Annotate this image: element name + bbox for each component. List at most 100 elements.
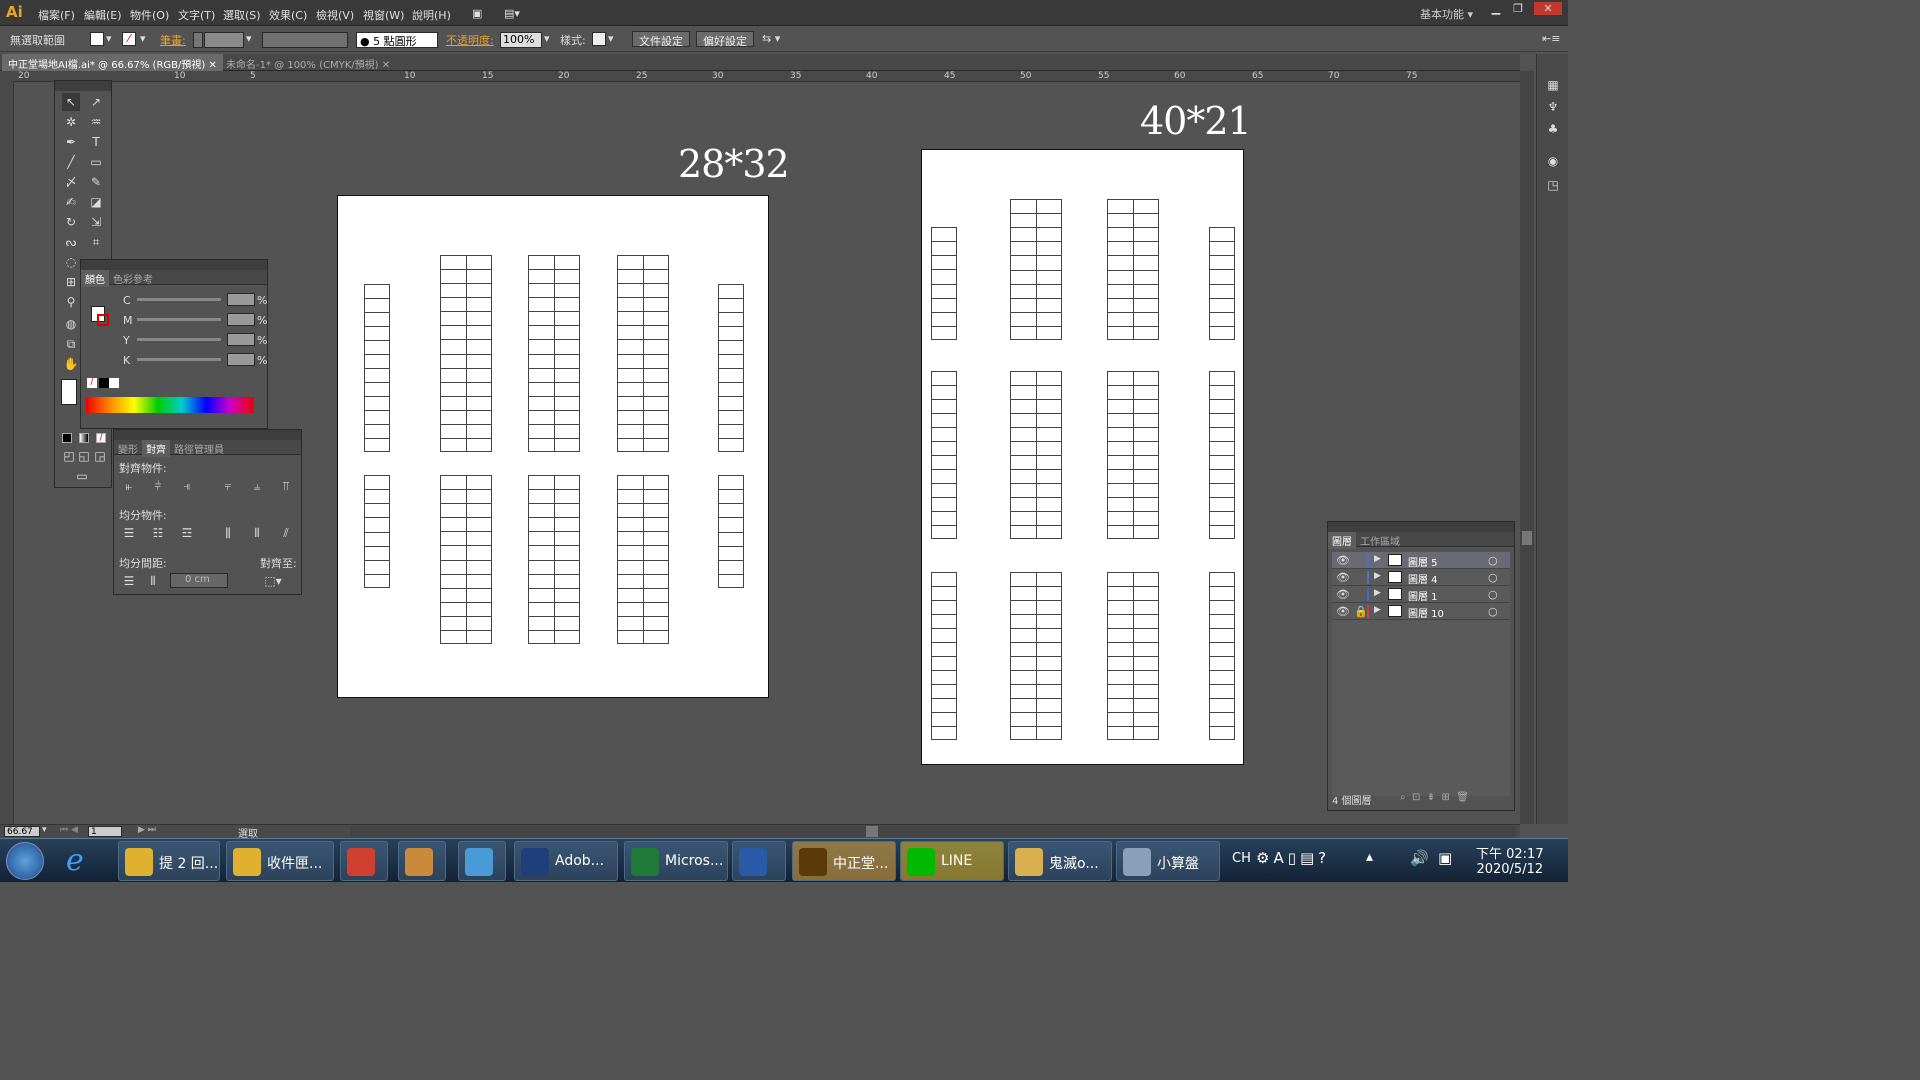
swatches-icon[interactable]: ▦ bbox=[1544, 76, 1562, 94]
expand-triangle-icon[interactable]: ▶ bbox=[1374, 588, 1381, 598]
menu-object[interactable]: 物件(O) bbox=[130, 7, 169, 23]
taskbar-app-button[interactable]: 提 2 回... bbox=[118, 841, 220, 881]
clipping-mask-icon[interactable]: ⊡ bbox=[1412, 792, 1420, 803]
horizontal-ruler[interactable]: 20 10 5 10 15 20 25 30 35 40 45 50 55 60 65 70 75 bbox=[14, 71, 1520, 82]
seat-grid[interactable] bbox=[528, 255, 580, 452]
volume-icon[interactable]: 🔊 bbox=[1410, 849, 1429, 867]
seat-grid[interactable] bbox=[1010, 572, 1062, 740]
distribute-hcenter-icon[interactable]: ⦀ bbox=[248, 524, 266, 542]
selection-tool-icon[interactable]: ↖ bbox=[62, 93, 80, 111]
artboard-2[interactable] bbox=[921, 149, 1244, 765]
network-icon[interactable]: ▣ bbox=[1438, 849, 1452, 867]
fill-color-swatch[interactable] bbox=[61, 379, 77, 405]
tab-close-icon[interactable]: ✕ bbox=[208, 60, 216, 71]
minimize-icon[interactable]: ▁ bbox=[1486, 2, 1506, 15]
taskbar-app-button[interactable]: Adob... bbox=[514, 841, 618, 881]
menu-file[interactable]: 檔案(F) bbox=[38, 7, 75, 23]
panel-menu-icon[interactable]: ⇤≡ bbox=[1542, 32, 1560, 48]
distribute-right-icon[interactable]: ⫽ bbox=[277, 524, 295, 542]
white-swatch[interactable] bbox=[109, 378, 119, 388]
channel-y-input[interactable] bbox=[227, 333, 255, 346]
graphic-style-swatch[interactable] bbox=[592, 32, 606, 46]
eraser-tool-icon[interactable]: ◪ bbox=[87, 193, 105, 211]
taskbar-app-button[interactable] bbox=[458, 841, 506, 881]
visibility-eye-icon[interactable]: 👁 bbox=[1336, 571, 1350, 584]
stroke-weight-dropdown-icon[interactable]: ▾ bbox=[246, 32, 252, 48]
taskbar-app-button[interactable] bbox=[732, 841, 786, 881]
stroke-dropdown-icon[interactable]: ▾ bbox=[140, 32, 146, 48]
document-setup-button[interactable]: 文件設定 bbox=[632, 31, 690, 48]
seat-grid[interactable] bbox=[528, 475, 580, 644]
style-dropdown-icon[interactable]: ▾ bbox=[608, 32, 614, 48]
seat-grid[interactable] bbox=[617, 475, 669, 644]
tab-layers[interactable]: 圖層 bbox=[1328, 532, 1356, 549]
preferences-button[interactable]: 偏好設定 bbox=[696, 31, 754, 48]
align-left-icon[interactable]: ⫦ bbox=[120, 477, 138, 495]
warp-tool-icon[interactable]: ᔓ bbox=[62, 233, 80, 251]
artboard-1[interactable] bbox=[337, 195, 769, 698]
menu-edit[interactable]: 編輯(E) bbox=[84, 7, 122, 23]
align-vcenter-icon[interactable]: ⫨ bbox=[248, 477, 266, 495]
vertical-ruler[interactable] bbox=[0, 82, 14, 824]
bridge-icon[interactable]: ▣ bbox=[472, 7, 482, 20]
seat-grid[interactable] bbox=[1010, 199, 1062, 340]
none-swatch[interactable]: / bbox=[87, 378, 97, 388]
locate-object-icon[interactable]: ⌕ bbox=[1400, 792, 1406, 803]
vertical-spacing-icon[interactable]: ☰ bbox=[120, 572, 138, 590]
layer-row[interactable]: 👁 🔒 ▶ 圖層 10 ○ bbox=[1332, 603, 1510, 620]
align-top-icon[interactable]: ⫧ bbox=[219, 477, 237, 495]
gradient-mode-icon[interactable] bbox=[79, 433, 89, 443]
seat-grid[interactable] bbox=[718, 475, 744, 588]
horizontal-spacing-icon[interactable]: ⦀ bbox=[144, 572, 162, 590]
system-clock[interactable]: 下午 02:17 2020/5/12 bbox=[1476, 843, 1544, 877]
fill-swatch[interactable] bbox=[90, 32, 104, 46]
tab-close-icon[interactable]: ✕ bbox=[382, 60, 390, 71]
show-hidden-icons[interactable]: ▴ bbox=[1366, 849, 1373, 865]
first-artboard-icon[interactable]: ⏮ ◀ bbox=[60, 825, 78, 835]
ruler-origin[interactable] bbox=[0, 71, 14, 82]
layer-row[interactable]: 👁 ▶ 圖層 1 ○ bbox=[1332, 586, 1510, 603]
target-icon[interactable]: ○ bbox=[1488, 571, 1498, 584]
channel-m-slider[interactable] bbox=[137, 318, 221, 321]
distribute-top-icon[interactable]: ☰ bbox=[120, 524, 138, 542]
layer-row[interactable]: 👁 ▶ 圖層 4 ○ bbox=[1332, 569, 1510, 586]
tools-panel-header[interactable] bbox=[55, 81, 111, 91]
color-mode-icon[interactable] bbox=[62, 433, 72, 443]
opacity-label[interactable]: 不透明度: bbox=[446, 32, 494, 48]
stroke-label[interactable]: 筆畫: bbox=[160, 32, 186, 48]
seat-grid[interactable] bbox=[1107, 199, 1159, 340]
seat-grid[interactable] bbox=[1209, 371, 1235, 539]
paintbrush-tool-icon[interactable]: 〆 bbox=[62, 173, 80, 191]
free-transform-tool-icon[interactable]: ⌗ bbox=[87, 233, 105, 251]
color-stroke-swatch[interactable] bbox=[97, 314, 109, 326]
variable-width-profile[interactable] bbox=[262, 32, 348, 48]
seat-grid[interactable] bbox=[440, 255, 492, 452]
delete-layer-icon[interactable]: 🗑 bbox=[1456, 792, 1469, 803]
channel-c-input[interactable] bbox=[227, 293, 255, 306]
color-spectrum[interactable] bbox=[86, 397, 254, 413]
taskbar-app-button[interactable] bbox=[398, 841, 446, 881]
lasso-tool-icon[interactable]: ♒ bbox=[87, 113, 105, 131]
artboard-number-input[interactable]: 1 bbox=[88, 826, 122, 837]
align-bottom-icon[interactable]: ⫪ bbox=[277, 477, 295, 495]
brushes-icon[interactable]: ♆ bbox=[1544, 98, 1562, 116]
spacing-input[interactable]: 0 cm bbox=[170, 573, 228, 588]
scale-tool-icon[interactable]: ⇲ bbox=[87, 213, 105, 231]
tab-main-document[interactable]: 中正堂場地AI檔.ai* @ 66.67% (RGB/預視) ✕ bbox=[2, 54, 223, 71]
appearance-icon[interactable]: ◉ bbox=[1544, 152, 1562, 170]
stroke-weight-stepper[interactable] bbox=[193, 32, 203, 48]
menu-effect[interactable]: 效果(C) bbox=[269, 7, 307, 23]
direct-selection-tool-icon[interactable]: ↗ bbox=[87, 93, 105, 111]
target-icon[interactable]: ○ bbox=[1488, 554, 1498, 567]
layer-name[interactable]: 圖層 10 bbox=[1408, 605, 1444, 620]
draw-inside-icon[interactable]: ◲ bbox=[91, 447, 109, 465]
ie-icon[interactable]: e bbox=[66, 843, 84, 878]
graphic-styles-icon[interactable]: ◳ bbox=[1544, 176, 1562, 194]
seat-grid[interactable] bbox=[440, 475, 492, 644]
layer-row[interactable]: 👁 ▶ 圖層 5 ○ bbox=[1332, 552, 1510, 569]
seat-grid[interactable] bbox=[1107, 371, 1159, 539]
seat-grid[interactable] bbox=[617, 255, 669, 452]
seat-grid[interactable] bbox=[931, 572, 957, 740]
layer-name[interactable]: 圖層 4 bbox=[1408, 571, 1438, 586]
tab-pathfinder[interactable]: 路徑管理員 bbox=[170, 440, 228, 457]
